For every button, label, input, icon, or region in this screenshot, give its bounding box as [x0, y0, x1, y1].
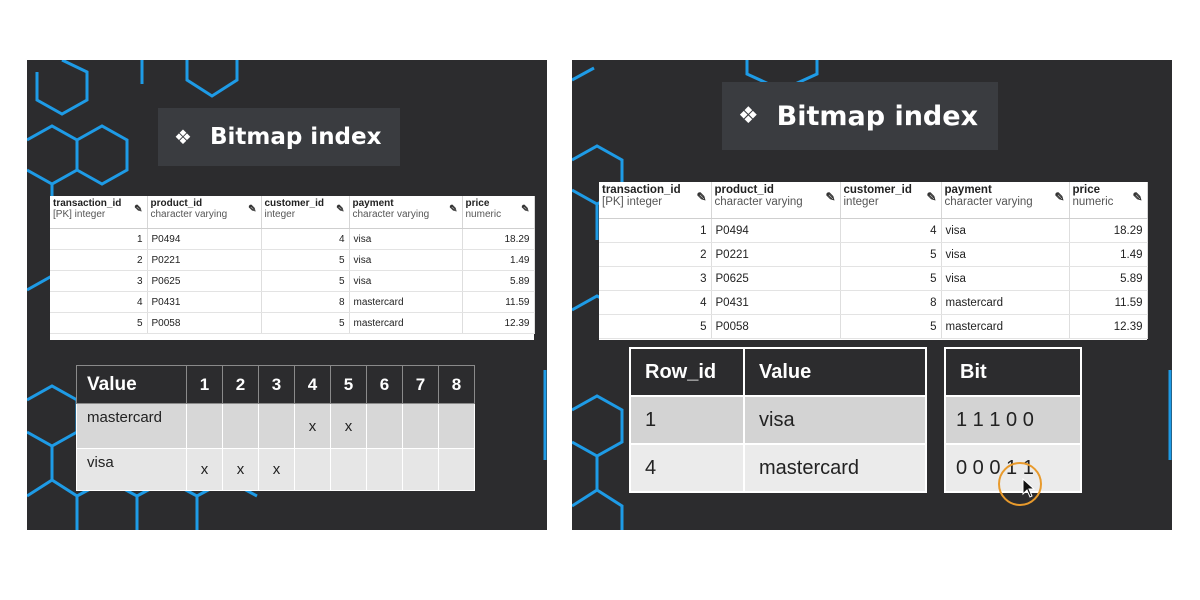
diamond-cluster-icon: ❖ [738, 103, 759, 129]
pencil-icon[interactable]: ✎ [248, 204, 256, 215]
table-row[interactable]: 2 P0221 5 visa 1.49 [599, 242, 1148, 267]
table-row[interactable]: 4 P0431 8 mastercard 11.59 [50, 291, 535, 313]
table-row[interactable]: 1 P0494 4 visa 18.29 [599, 218, 1148, 243]
bitmap-header-row: 7 [402, 365, 439, 404]
pencil-icon[interactable]: ✎ [134, 204, 142, 215]
col-header-payment[interactable]: payment character varying ✎ [941, 182, 1070, 219]
bitmap-header-row: 2 [222, 365, 259, 404]
table-row[interactable]: 3 P0625 5 visa 5.89 [599, 266, 1148, 291]
bitmap-row-visa: visa xxx [76, 448, 475, 491]
header-row-id: Row_id [629, 347, 745, 397]
table-row[interactable]: 4 P0431 8 mastercard 11.59 [599, 290, 1148, 315]
pencil-icon[interactable]: ✎ [449, 204, 457, 215]
table-row[interactable]: 5 P0058 5 mastercard 12.39 [599, 314, 1148, 339]
bitmap-row-mastercard: mastercard xx [76, 403, 475, 449]
pencil-icon[interactable]: ✎ [336, 204, 344, 215]
table-row[interactable]: 2 P0221 5 visa 1.49 [50, 249, 535, 271]
table-row[interactable]: 3 P0625 5 visa 5.89 [50, 270, 535, 292]
mouse-pointer-icon [1022, 478, 1036, 498]
table-row: 4 mastercard [629, 443, 927, 493]
row-value-table: Row_id Value 1 visa 4 mastercard [629, 347, 927, 493]
col-header-transaction-id[interactable]: transaction_id [PK] integer ✎ [599, 182, 712, 219]
bitmap-header-row: 1 [186, 365, 223, 404]
slide-title: Bitmap index [776, 100, 978, 132]
bitmap-header-row: 4 [294, 365, 331, 404]
db-table: transaction_id [PK] integer ✎ product_id ch… [599, 182, 1148, 339]
col-header-payment[interactable]: payment character varying ✎ [349, 196, 463, 229]
pencil-icon[interactable]: ✎ [696, 190, 706, 204]
table-row: 1 visa [629, 395, 927, 445]
col-header-price[interactable]: price numeric ✎ [1069, 182, 1148, 219]
table-row[interactable]: 5 P0058 5 mastercard 12.39 [50, 312, 535, 334]
pencil-icon[interactable]: ✎ [926, 190, 936, 204]
col-header-price[interactable]: price numeric ✎ [462, 196, 535, 229]
bitmap-index-table: Value 1 2 3 4 5 6 7 8 mastercard xx visa… [76, 365, 475, 491]
pencil-icon[interactable]: ✎ [521, 204, 529, 215]
table-row: 1 1 1 0 0 [944, 395, 1082, 445]
bitmap-header-row: 6 [366, 365, 403, 404]
header-value: Value [743, 347, 927, 397]
bitmap-header-row: 8 [438, 365, 475, 404]
pencil-icon[interactable]: ✎ [1132, 190, 1142, 204]
slide-title-box: ❖ Bitmap index [722, 82, 998, 150]
db-result-grid-right: transaction_id [PK] integer ✎ product_id ch… [599, 182, 1148, 340]
col-header-customer-id[interactable]: customer_id integer ✎ [840, 182, 942, 219]
bitmap-header-row: 5 [330, 365, 367, 404]
bitmap-header-row: 3 [258, 365, 295, 404]
slide-title-box: ❖ Bitmap index [158, 108, 400, 166]
col-header-transaction-id[interactable]: transaction_id [PK] integer ✎ [50, 196, 148, 229]
slide-title: Bitmap index [209, 124, 382, 150]
col-header-product-id[interactable]: product_id character varying ✎ [711, 182, 841, 219]
header-bit: Bit [944, 347, 1082, 397]
pencil-icon[interactable]: ✎ [1054, 190, 1064, 204]
table-row[interactable]: 1 P0494 4 visa 18.29 [50, 228, 535, 250]
col-header-product-id[interactable]: product_id character varying ✎ [147, 196, 262, 229]
db-result-grid-left: transaction_id [PK] integer ✎ product_id ch… [50, 196, 535, 340]
bitmap-header-value: Value [76, 365, 187, 404]
pencil-icon[interactable]: ✎ [825, 190, 835, 204]
col-header-customer-id[interactable]: customer_id integer ✎ [261, 196, 350, 229]
diamond-cluster-icon: ❖ [174, 125, 192, 149]
db-table: transaction_id [PK] integer ✎ product_id ch… [50, 196, 535, 334]
bit-value: 1 1 1 0 0 [944, 395, 1082, 445]
